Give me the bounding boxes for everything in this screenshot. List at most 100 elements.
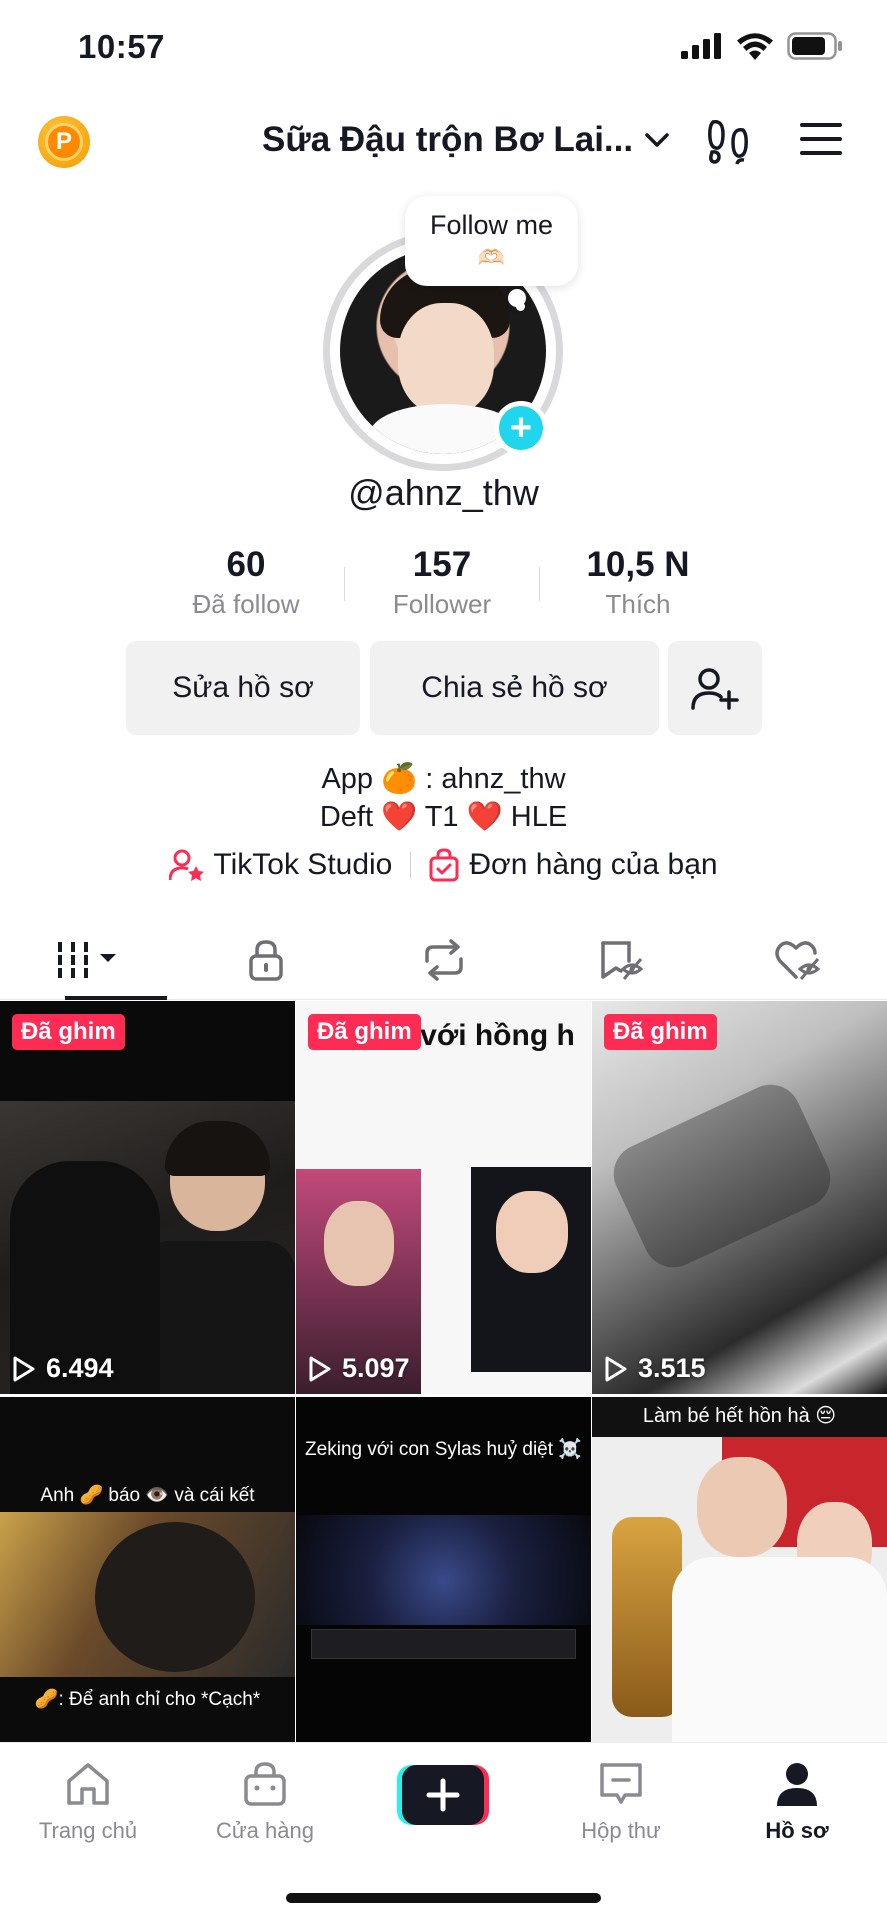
add-friend-button[interactable] <box>668 641 762 735</box>
liked-heart-icon <box>775 940 821 980</box>
content-tabs <box>0 920 887 1000</box>
nav-shop[interactable]: Cửa hàng <box>205 1761 325 1844</box>
stat-label: Follower <box>392 589 492 619</box>
stat-label: Thích <box>605 589 671 619</box>
tab-liked[interactable] <box>710 920 887 999</box>
note-bubble[interactable]: Follow me 🫶🏻 <box>405 196 578 286</box>
thumbnail-shirts <box>672 1557 887 1747</box>
tab-reposts[interactable] <box>355 920 532 999</box>
add-story-plus-icon[interactable]: + <box>494 401 548 455</box>
video-thumbnail[interactable]: Đã ghim 3.515 <box>592 1001 887 1394</box>
thumbnail-face <box>496 1191 568 1273</box>
video-thumbnail[interactable]: Đã ghim 6.494 <box>0 1001 295 1394</box>
stat-label: Đã follow <box>192 589 300 619</box>
chevron-down-icon <box>645 133 669 147</box>
bookmark-icon <box>601 940 643 980</box>
video-grid: Đã ghim 6.494 đi chơi với hồng h Đã ghim… <box>0 1001 887 1747</box>
nav-label: Hồ sơ <box>765 1818 829 1843</box>
stat-value: 10,5 N <box>586 545 690 584</box>
edit-profile-button[interactable]: Sửa hồ sơ <box>126 641 360 735</box>
orders-label: Đơn hàng của bạn <box>469 848 718 881</box>
profile-header: P Sữa Đậu trộn Bơ Lai... <box>0 100 887 180</box>
stat-divider <box>344 567 345 601</box>
thumbnail-caption-top: Làm bé hết hồn hà 😔 <box>642 1405 837 1427</box>
bio-line-1: App 🍊 : ahnz_thw <box>321 763 566 795</box>
video-thumbnail[interactable]: Làm bé hết hồn hà 😔 <box>592 1397 887 1747</box>
status-time: 10:57 <box>78 28 165 65</box>
thumbnail-glitch <box>603 1074 841 1278</box>
stat-value: 157 <box>412 545 472 584</box>
footprint-icon[interactable] <box>706 118 750 166</box>
lock-icon <box>249 939 283 981</box>
play-icon <box>309 1356 331 1381</box>
username: @ahnz_thw <box>348 472 539 513</box>
repost-icon <box>424 938 463 981</box>
tiktok-studio-link[interactable]: TikTok Studio <box>169 848 392 882</box>
stat-value: 60 <box>226 545 266 584</box>
studio-person-star-icon <box>169 849 205 881</box>
nav-label: Trang chủ <box>38 1818 138 1843</box>
create-plus-icon[interactable] <box>397 1765 489 1825</box>
bio-line-2: Deft ❤️ T1 ❤️ HLE <box>319 801 568 833</box>
thumbnail-caption-bottom: 🥜: Để anh chỉ cho *Cạch* <box>34 1689 261 1710</box>
tab-saved[interactable] <box>532 920 709 999</box>
bubble-tail-small <box>516 302 525 311</box>
nav-label: Cửa hàng <box>216 1818 314 1843</box>
status-icons <box>681 32 843 60</box>
active-tab-indicator <box>65 996 167 1000</box>
coin-icon[interactable]: P <box>38 116 90 168</box>
cellular-signal-icon <box>681 33 721 59</box>
avatar-face <box>398 303 494 415</box>
grid-icon <box>57 941 116 978</box>
profile-stats: 60 Đã follow 157 Follower 10,5 N Thích <box>148 545 738 625</box>
tab-private[interactable] <box>177 920 354 999</box>
pinned-badge: Đã ghim <box>308 1014 421 1050</box>
status-bar: 10:57 <box>0 0 887 100</box>
wifi-icon <box>737 32 773 60</box>
view-count: 5.097 <box>308 1353 410 1384</box>
account-switcher[interactable]: Sữa Đậu trộn Bơ Lai... <box>262 120 671 160</box>
note-text: Follow me <box>429 210 554 240</box>
view-count-value: 5.097 <box>342 1353 410 1383</box>
stat-likes[interactable]: 10,5 N Thích <box>540 545 736 625</box>
view-count-value: 3.515 <box>638 1353 706 1383</box>
pinned-badge: Đã ghim <box>12 1014 125 1050</box>
play-icon <box>605 1356 627 1381</box>
coin-letter: P <box>45 123 83 161</box>
thumbnail-jacket <box>140 1241 295 1394</box>
thumbnail-caption-top: Zeking với con Sylas huỷ diệt ☠️ <box>305 1439 582 1460</box>
add-friend-icon <box>691 668 739 710</box>
view-count: 3.515 <box>604 1353 706 1384</box>
shopping-bag-icon <box>429 848 459 882</box>
thumbnail-caption-top: Anh 🥜 báo 👁️ và cái kết <box>40 1485 255 1506</box>
nav-home[interactable]: Trang chủ <box>28 1761 148 1844</box>
view-count: 6.494 <box>12 1353 114 1384</box>
home-indicator <box>286 1893 601 1903</box>
tab-videos[interactable] <box>0 920 177 1000</box>
thumbnail-game-scene <box>296 1515 591 1625</box>
tiktok-studio-label: TikTok Studio <box>213 848 393 881</box>
video-thumbnail[interactable]: Zeking với con Sylas huỷ diệt ☠️ <box>296 1397 591 1747</box>
header-title: Sữa Đậu trộn Bơ Lai... <box>262 120 634 159</box>
bio: App 🍊 : ahnz_thw Deft ❤️ T1 ❤️ HLE <box>0 760 887 836</box>
orders-link[interactable]: Đơn hàng của bạn <box>429 848 718 882</box>
share-profile-button[interactable]: Chia sẻ hồ sơ <box>370 641 659 735</box>
thumbnail-face <box>324 1201 394 1286</box>
menu-icon[interactable] <box>800 122 842 156</box>
thumbnail-face <box>697 1457 787 1557</box>
stat-following[interactable]: 60 Đã follow <box>148 545 344 625</box>
thumbnail-person <box>95 1522 255 1672</box>
stat-followers[interactable]: 157 Follower <box>344 545 540 625</box>
nav-inbox[interactable]: Hộp thư <box>561 1761 681 1844</box>
view-count-value: 6.494 <box>46 1353 114 1383</box>
pinned-badge: Đã ghim <box>604 1014 717 1050</box>
inbox-icon <box>600 1763 642 1804</box>
video-thumbnail[interactable]: Anh 🥜 báo 👁️ và cái kết 🥜: Để anh chỉ ch… <box>0 1397 295 1747</box>
home-icon <box>67 1763 109 1805</box>
profile-links: TikTok Studio Đơn hàng của bạn <box>0 848 887 882</box>
battery-icon <box>787 32 842 60</box>
nav-label: Hộp thư <box>581 1818 661 1843</box>
nav-profile[interactable]: Hồ sơ <box>737 1761 857 1844</box>
note-emoji: 🫶🏻 <box>477 245 506 270</box>
video-thumbnail[interactable]: đi chơi với hồng h Đã ghim 5.097 <box>296 1001 591 1394</box>
